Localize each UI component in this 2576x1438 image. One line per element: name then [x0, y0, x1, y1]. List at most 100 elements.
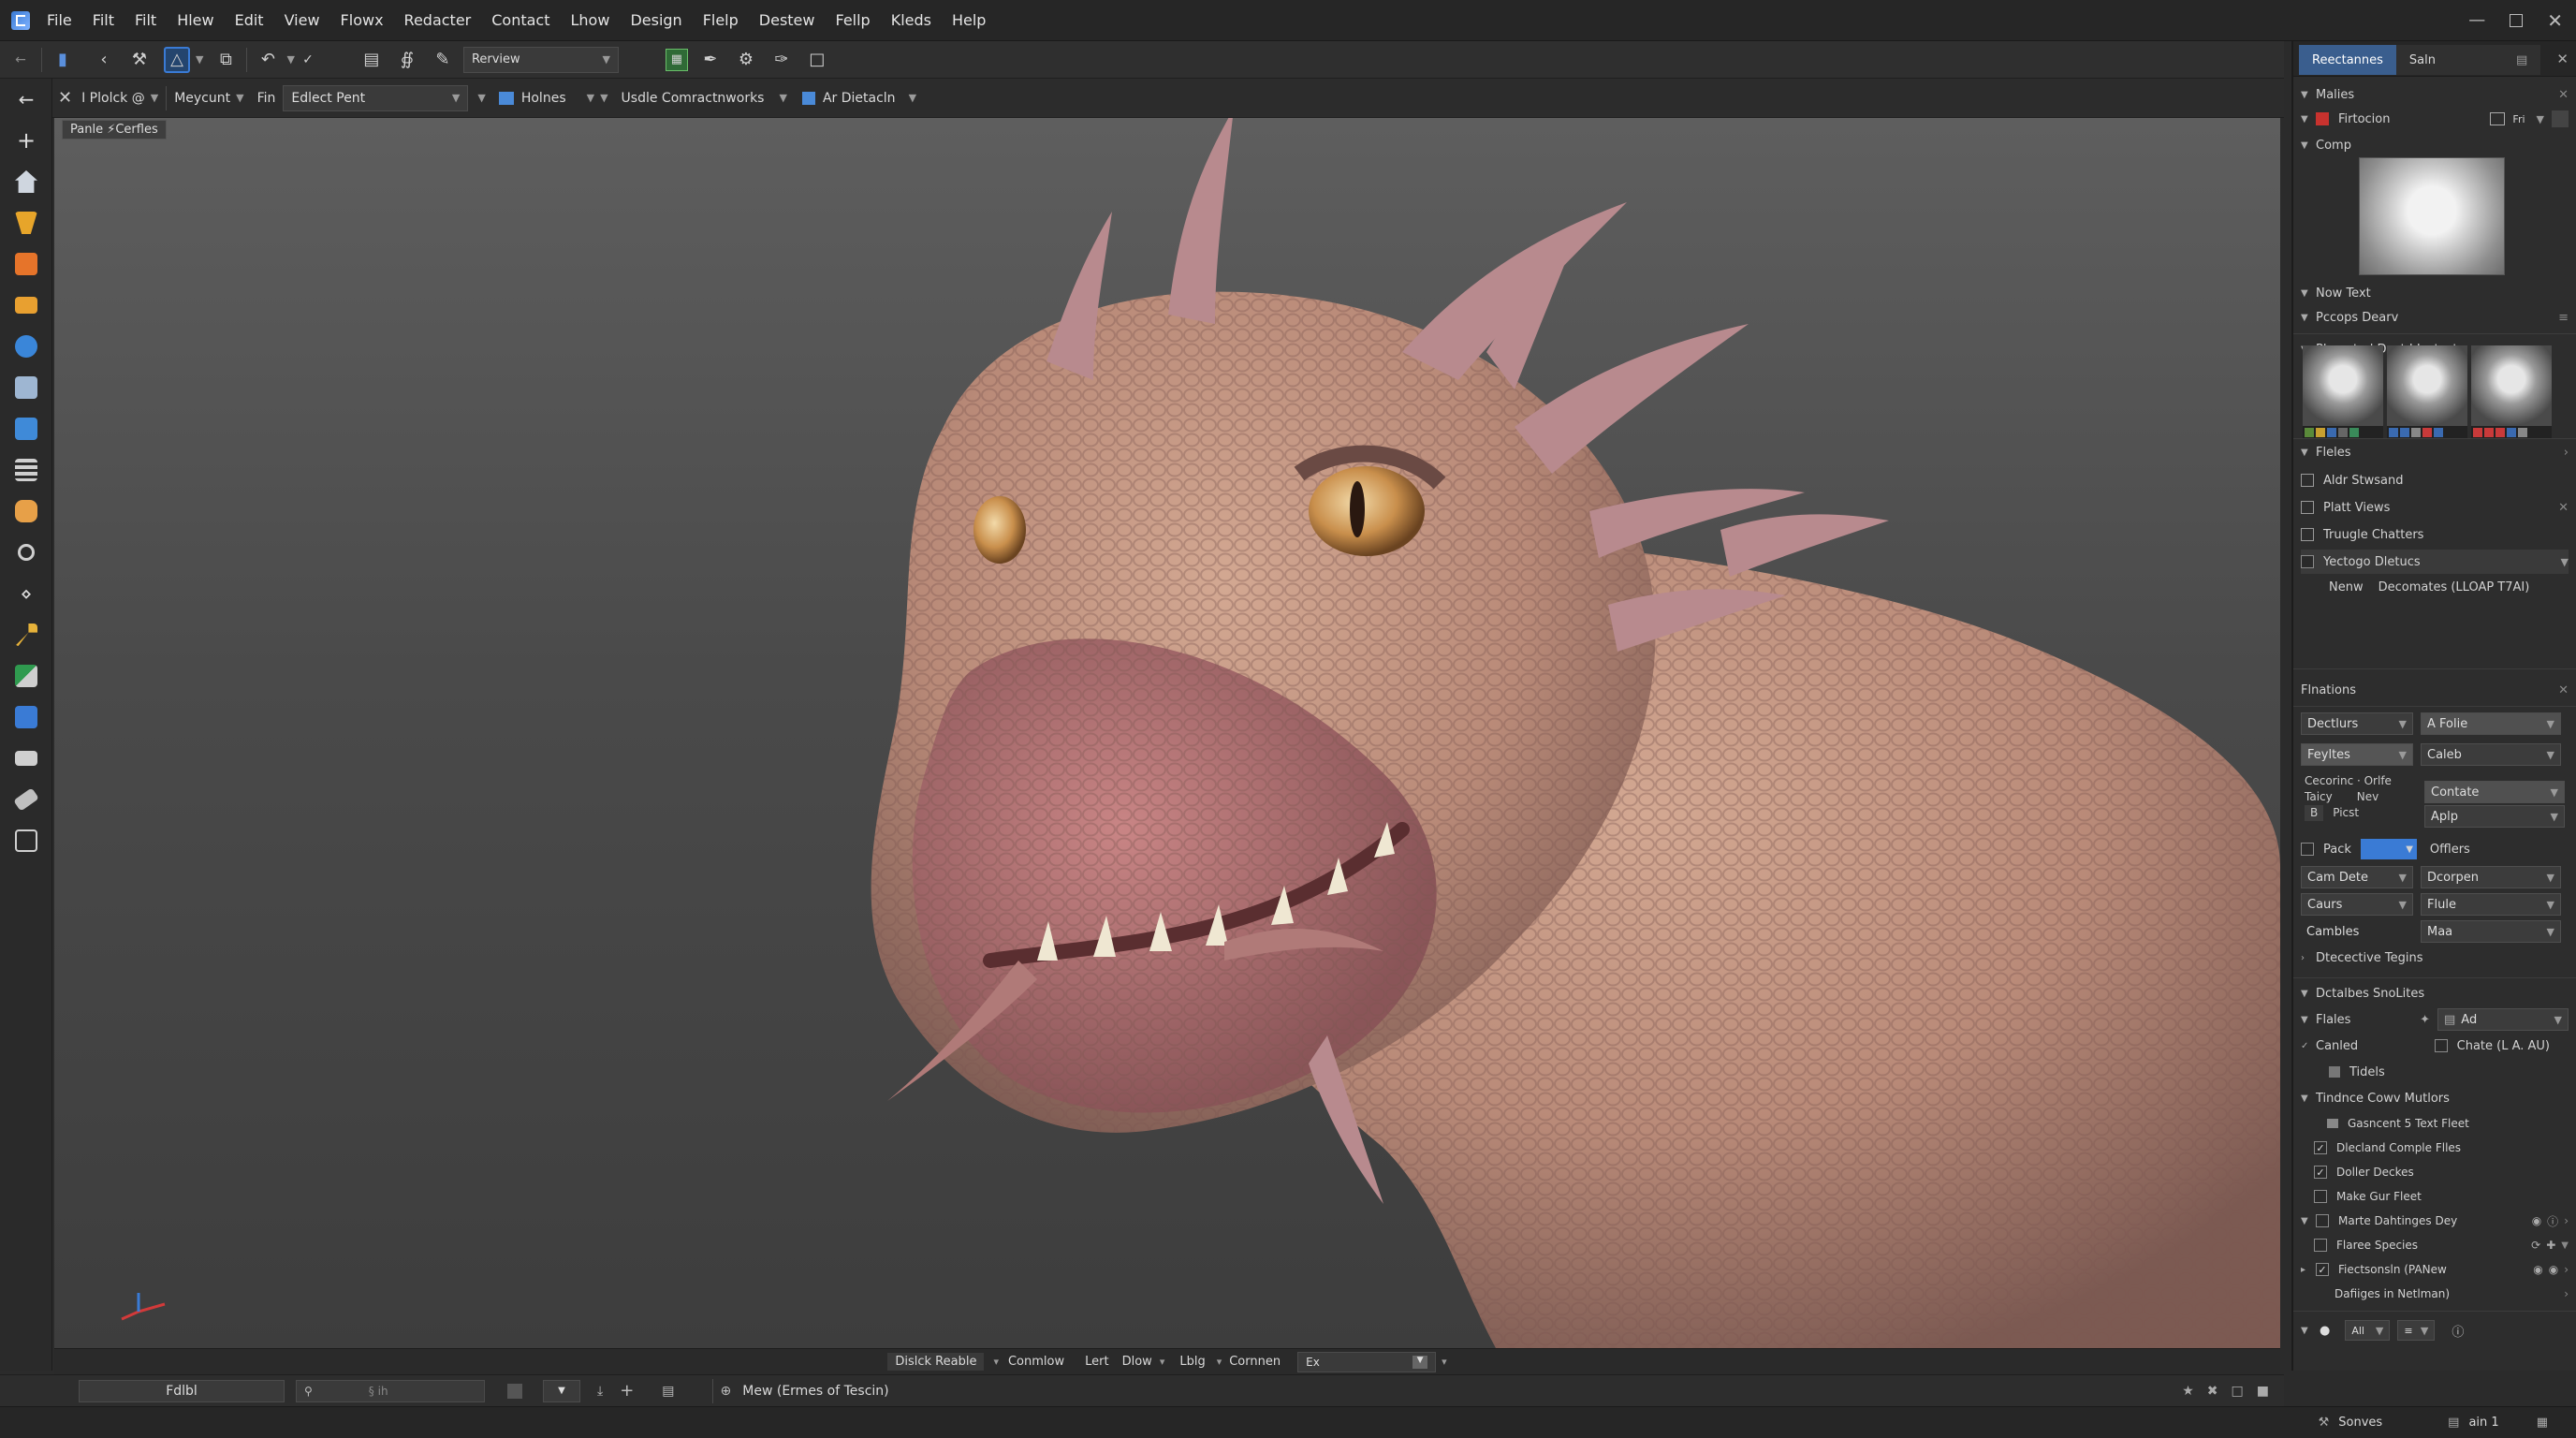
menu-lines-icon[interactable]: ≡ [2558, 311, 2569, 325]
expand-icon[interactable]: › [2564, 1287, 2569, 1300]
layer-row[interactable]: ▼ Firtocion Fri ▼ [2301, 107, 2569, 131]
tool-frame[interactable] [0, 820, 52, 861]
filter-dropdown[interactable]: ≡ ▼ [2397, 1320, 2436, 1341]
prop-5-left[interactable]: Cambles [2301, 920, 2413, 943]
chevron-down-icon[interactable]: ▼ [587, 92, 594, 104]
globe-small-icon[interactable]: ◉ [2533, 1263, 2542, 1276]
cocoric-b[interactable]: B [2305, 805, 2324, 821]
status-lert[interactable]: Lert [1085, 1355, 1108, 1369]
cut-icon[interactable]: ✖ [2207, 1384, 2218, 1399]
menu-hlew[interactable]: Hlew [177, 11, 213, 29]
sub-item-1[interactable]: Gasncent 5 Text Fleet [2301, 1111, 2569, 1136]
tool-add[interactable]: + [0, 120, 52, 161]
tool-panel[interactable] [0, 738, 52, 779]
tool-stack[interactable] [0, 449, 52, 491]
grid-icon[interactable]: ▦ [2537, 1416, 2548, 1430]
sub-item-3[interactable]: ✓ Doller Deckes [2301, 1160, 2569, 1184]
menu-design[interactable]: Design [630, 11, 681, 29]
info-small-icon[interactable]: ⓘ [2547, 1213, 2558, 1229]
pin-icon[interactable]: ⤓ [597, 1384, 603, 1399]
expand-icon[interactable]: › [2564, 1263, 2569, 1276]
chevron-down-icon[interactable]: ▼ [2561, 1240, 2569, 1251]
prop-3-right[interactable]: Dcorpen ▼ [2421, 866, 2561, 888]
settings-gear-icon[interactable]: ⚙ [733, 47, 759, 73]
prop-1-left[interactable]: Dectlurs ▼ [2301, 712, 2413, 735]
tool-cube[interactable] [0, 243, 52, 285]
tool-search[interactable] [0, 532, 52, 573]
hash-tool-icon[interactable]: ∯ [394, 47, 420, 73]
option-usdle[interactable]: Usdle Comractnworks [622, 91, 765, 106]
tool-hand[interactable] [0, 491, 52, 532]
undo-dropdown-icon[interactable]: ▼ [286, 53, 294, 66]
chevron-down-icon[interactable]: ▼ [2537, 113, 2544, 125]
layer-lock-icon[interactable] [2490, 112, 2506, 125]
sub-item-2-checkbox[interactable]: ✓ [2314, 1141, 2327, 1154]
trash-icon[interactable]: ▤ [2448, 1416, 2459, 1430]
contate-dropdown[interactable]: Contate ▼ [2424, 781, 2565, 803]
select-tool-icon[interactable]: △ [164, 46, 190, 73]
star-icon[interactable]: ★ [2182, 1384, 2194, 1399]
menu-filt[interactable]: Filt [93, 11, 114, 29]
expand-icon[interactable]: › [2564, 446, 2569, 460]
menu-flowx[interactable]: Flowx [341, 11, 384, 29]
file-item-3[interactable]: Truugle Chatters [2301, 522, 2569, 547]
sub-item-7[interactable]: ▸ ✓ Fiectsonsln (PANew ◉ ◉ › [2301, 1257, 2569, 1282]
bottom-left-field[interactable]: Fdlbl [79, 1379, 285, 1402]
section-malies[interactable]: ▼ Malies ✕ [2301, 82, 2569, 107]
plus-small-icon[interactable]: ✚ [2546, 1239, 2555, 1252]
eyedropper-icon[interactable]: ✑ [768, 47, 795, 73]
close-small-icon[interactable]: ✕ [2558, 501, 2569, 515]
prop-2-left[interactable]: Feyltes ▼ [2301, 743, 2413, 766]
sub-item-6[interactable]: Flaree Species ⟳ ✚ ▼ [2301, 1233, 2569, 1257]
rotate-icon[interactable]: ⟳ [2531, 1239, 2540, 1252]
chevron-down-icon[interactable]: ▼ [477, 92, 485, 104]
tool-globe[interactable] [0, 697, 52, 738]
sub-item-3-checkbox[interactable]: ✓ [2314, 1166, 2327, 1179]
bottom-dropdown[interactable]: ▼ [543, 1379, 580, 1402]
tool-shape[interactable] [0, 202, 52, 243]
sub-item-2[interactable]: ✓ Dlecland Comple Flles [2301, 1136, 2569, 1160]
section-dctalbes[interactable]: ▼ Dctalbes SnoLites [2301, 981, 2569, 1005]
tool-arrow[interactable]: ← [0, 79, 52, 120]
status-lblg[interactable]: Lblg [1179, 1355, 1205, 1369]
pack-checkbox[interactable] [2301, 843, 2314, 856]
section-fleles[interactable]: ▼ Fleles › [2301, 440, 2569, 464]
dafiges-row[interactable]: Dafiiges in Netlman) › [2301, 1282, 2569, 1306]
menu-filt-2[interactable]: Filt [135, 11, 156, 29]
square-icon[interactable] [507, 1383, 522, 1399]
info-icon[interactable]: ⓘ [2452, 1322, 2464, 1340]
portrait-thumb-1[interactable] [2303, 345, 2383, 439]
pen-icon[interactable]: ✎ [430, 47, 456, 73]
chevron-down-icon[interactable]: ▾ [1160, 1356, 1165, 1368]
menu-fellp[interactable]: Fellp [835, 11, 870, 29]
chevron-down-icon[interactable]: ▼ [600, 92, 607, 104]
close-small-icon[interactable]: ✕ [2558, 683, 2569, 697]
tool-image[interactable] [0, 408, 52, 449]
option-ardietacln[interactable]: Ar Dietacln [823, 91, 896, 106]
sub-item-6-checkbox[interactable] [2314, 1239, 2327, 1252]
close-icon[interactable]: ✕ [2547, 9, 2563, 32]
menu-redacter[interactable]: Redacter [404, 11, 472, 29]
save-green-icon[interactable]: ▦ [665, 48, 688, 71]
minimize-icon[interactable]: — [2468, 10, 2485, 30]
copy-small-icon[interactable]: □ [2232, 1384, 2244, 1399]
document-icon[interactable]: ▤ [359, 47, 385, 73]
menu-kleds[interactable]: Kleds [891, 11, 931, 29]
frame-icon[interactable]: □ [804, 47, 830, 73]
user-icon[interactable]: ● [2320, 1324, 2330, 1338]
3d-viewport[interactable]: Panle ⚡Cerfles [54, 118, 2280, 1348]
option-plolck[interactable]: I Plolck @ [81, 91, 145, 106]
status-conmlow[interactable]: Conmlow [1008, 1355, 1064, 1369]
pin-tab-icon[interactable]: ▤ [2516, 53, 2527, 67]
tool-eraser[interactable] [0, 779, 52, 820]
edlect-pent-dropdown[interactable]: Edlect Pent ▼ [283, 84, 469, 111]
tool-folder[interactable] [0, 285, 52, 326]
status-input[interactable]: Ex ▼ [1297, 1351, 1437, 1372]
maximize-icon[interactable] [2510, 13, 2524, 27]
sub-item-4-checkbox[interactable] [2314, 1190, 2327, 1203]
close-small-icon[interactable]: ✕ [2558, 88, 2569, 102]
crosshair-icon[interactable]: ⊕ [721, 1384, 732, 1399]
section-precops[interactable]: ▼ Pccops Dearv ≡ [2301, 305, 2569, 330]
stop-icon[interactable]: ■ [2257, 1384, 2269, 1399]
menu-lhow[interactable]: Lhow [571, 11, 610, 29]
